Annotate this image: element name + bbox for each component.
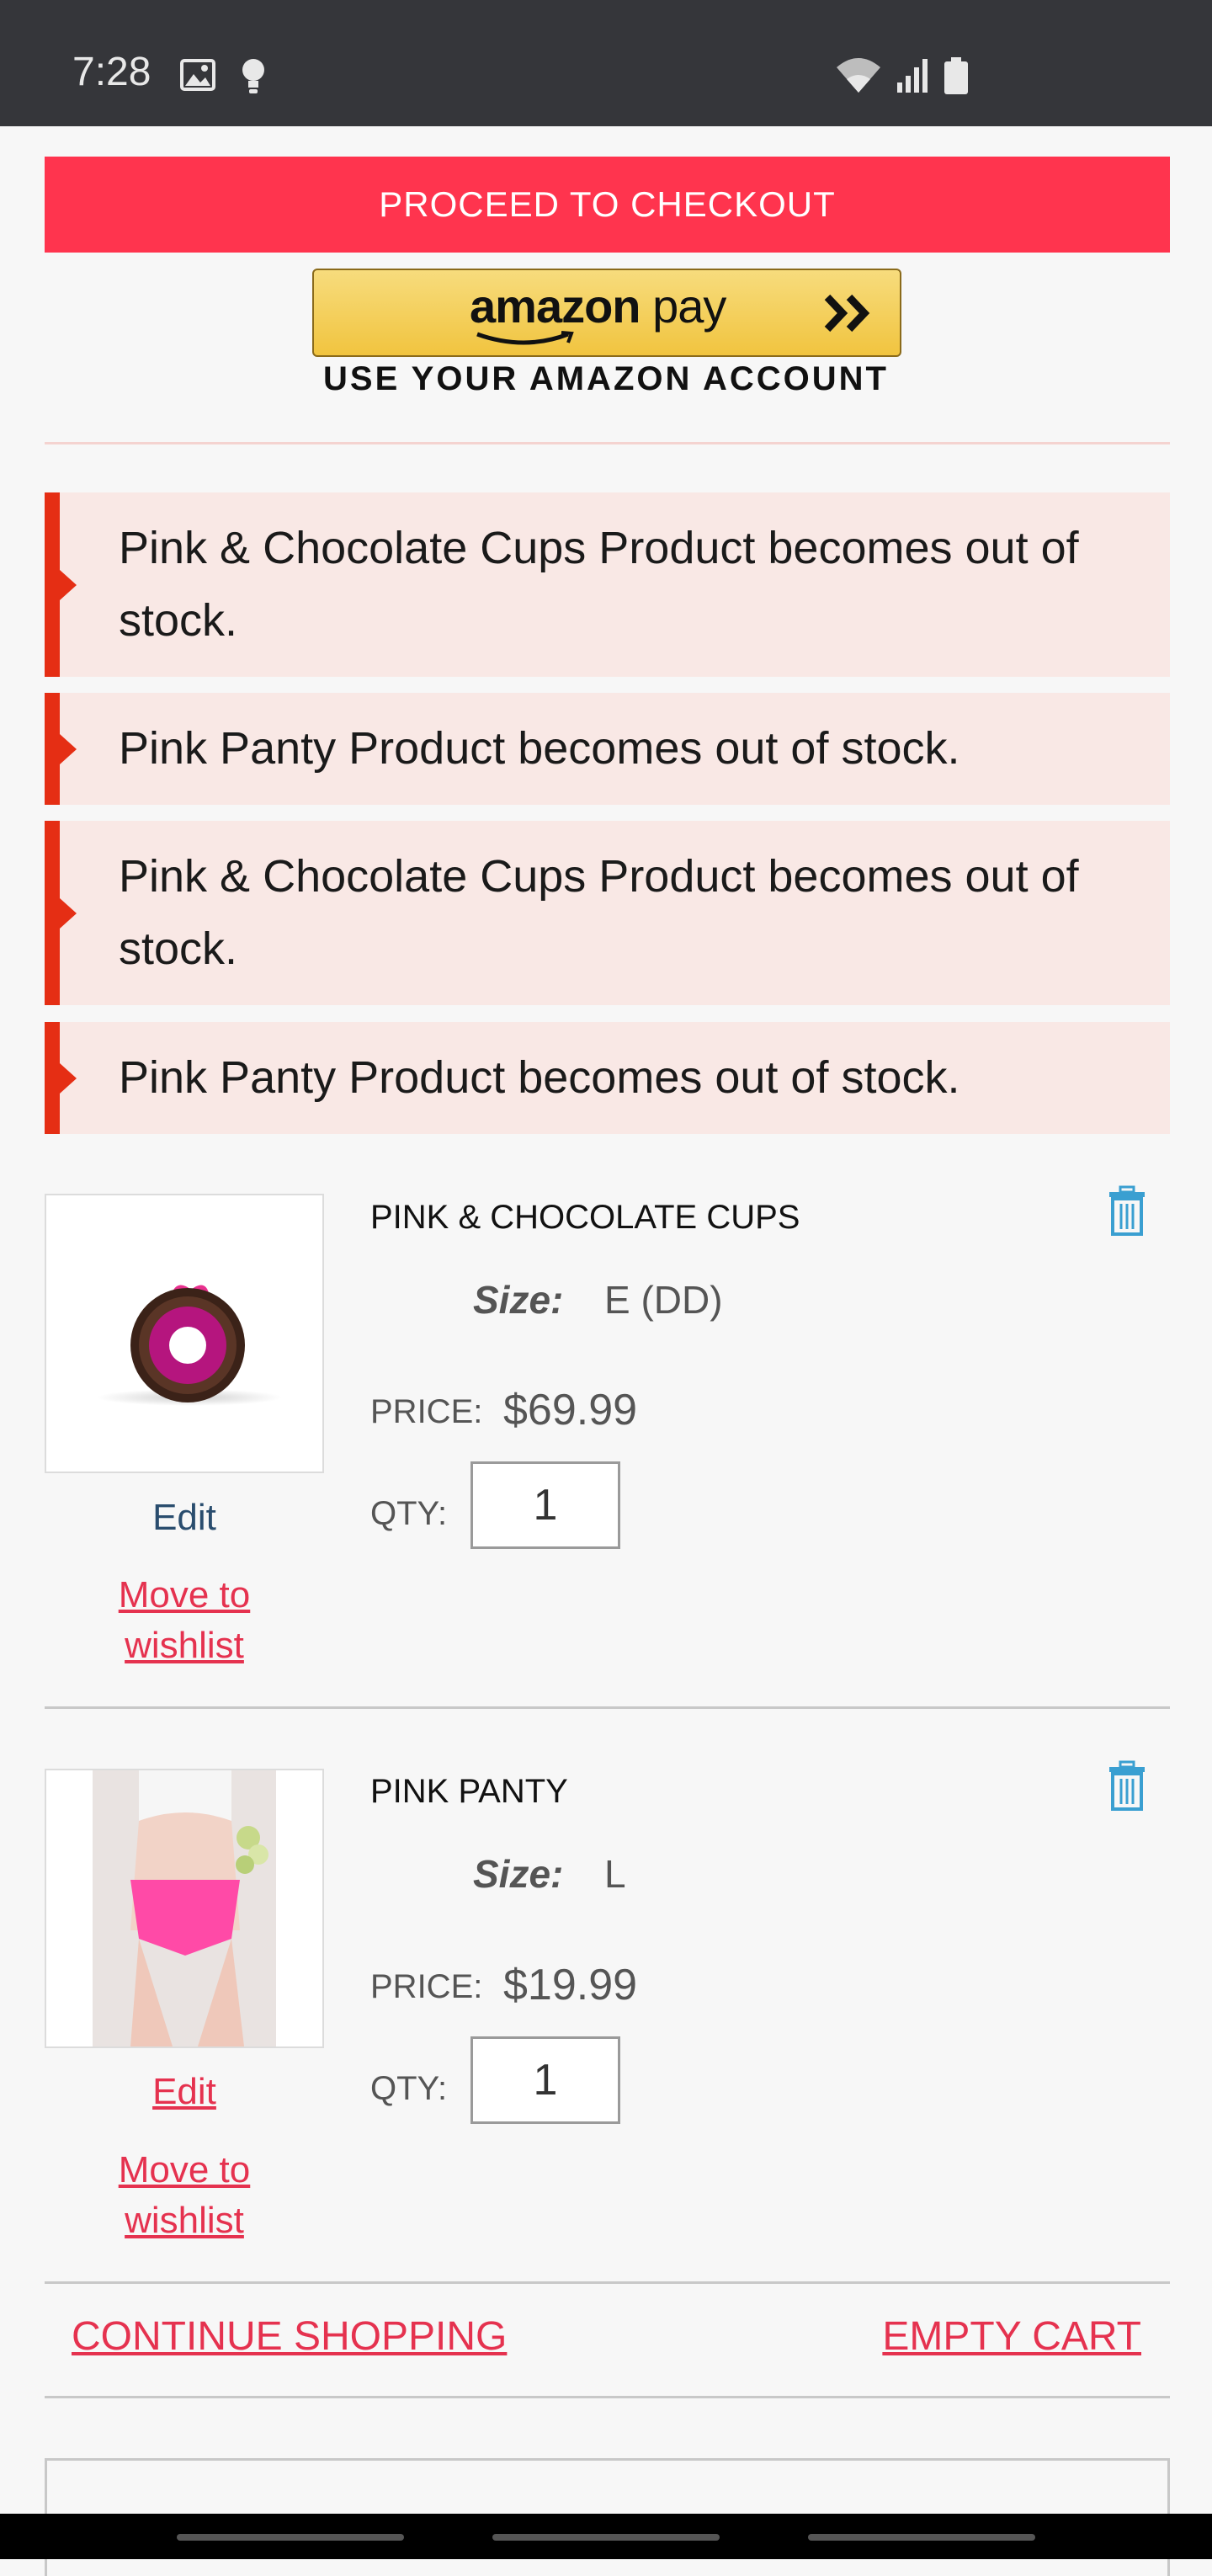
product-image[interactable] <box>45 1194 324 1473</box>
image-icon <box>180 59 215 91</box>
empty-cart-link[interactable]: EMPTY CART <box>882 2313 1141 2360</box>
item-divider <box>45 2281 1170 2284</box>
status-bar: 7:28 <box>0 0 1212 126</box>
stock-alert: Pink & Chocolate Cups Product becomes ou… <box>45 821 1170 1005</box>
footer-divider <box>45 2396 1170 2398</box>
signal-icon <box>897 59 928 93</box>
size-value: L <box>604 1852 626 1896</box>
alert-marker-icon <box>60 569 77 600</box>
nav-pill[interactable] <box>492 2534 720 2541</box>
price-value: $19.99 <box>503 1961 638 2009</box>
amazon-pay-button[interactable]: amazon pay <box>312 269 901 357</box>
status-time: 7:28 <box>72 50 152 94</box>
quantity-input[interactable] <box>470 2036 620 2124</box>
nav-pill[interactable] <box>177 2534 404 2541</box>
size-label: Size: <box>473 1852 564 1896</box>
bulb-icon <box>242 59 264 93</box>
alert-marker-icon <box>60 733 77 764</box>
price-label: PRICE: <box>370 1393 483 1430</box>
alert-message: Pink & Chocolate Cups Product becomes ou… <box>119 851 1079 974</box>
alert-message: Pink Panty Product becomes out of stock. <box>119 723 960 774</box>
size-value: E (DD) <box>604 1278 723 1322</box>
alert-message: Pink Panty Product becomes out of stock. <box>119 1052 960 1103</box>
trash-icon[interactable] <box>1108 1185 1146 1236</box>
nav-pill[interactable] <box>808 2534 1035 2541</box>
wishlist-link-line2: wishlist <box>125 2200 244 2241</box>
quantity-input[interactable] <box>470 1461 620 1549</box>
move-to-wishlist-link[interactable]: Move to wishlist <box>45 1570 324 1671</box>
qty-label: QTY: <box>370 1495 448 1532</box>
edit-link[interactable]: Edit <box>45 2071 324 2113</box>
divider <box>45 442 1170 444</box>
product-name[interactable]: PINK PANTY <box>370 1773 568 1811</box>
item-divider <box>45 1706 1170 1709</box>
double-chevron-right-icon <box>824 294 870 333</box>
stock-alert: Pink Panty Product becomes out of stock. <box>45 1022 1170 1134</box>
product-name[interactable]: PINK & CHOCOLATE CUPS <box>370 1199 800 1237</box>
edit-link[interactable]: Edit <box>45 1497 324 1539</box>
amazon-pay-word: pay <box>652 279 726 333</box>
amazon-pay-logo: amazon pay <box>470 279 726 333</box>
amazon-pay-caption: USE YOUR AMAZON ACCOUNT <box>323 360 889 397</box>
alert-marker-icon <box>60 1062 77 1094</box>
size-label: Size: <box>473 1278 564 1322</box>
amazon-smile-icon <box>476 331 574 345</box>
system-nav-bar <box>0 2514 1212 2559</box>
amazon-pay-brand: amazon <box>470 279 641 333</box>
continue-shopping-link[interactable]: CONTINUE SHOPPING <box>72 2313 507 2360</box>
proceed-to-checkout-button[interactable]: PROCEED TO CHECKOUT <box>45 157 1170 253</box>
qty-label: QTY: <box>370 2070 448 2107</box>
alert-marker-icon <box>60 897 77 929</box>
price-value: $69.99 <box>503 1386 638 1434</box>
stock-alert: Pink & Chocolate Cups Product becomes ou… <box>45 492 1170 677</box>
wishlist-link-line2: wishlist <box>125 1625 244 1666</box>
wishlist-link-line1: Move to <box>118 1574 251 1615</box>
stock-alert: Pink Panty Product becomes out of stock. <box>45 693 1170 805</box>
price-label: PRICE: <box>370 1968 483 2005</box>
trash-icon[interactable] <box>1108 1760 1146 1811</box>
battery-icon <box>944 57 968 94</box>
wishlist-link-line1: Move to <box>118 2149 251 2190</box>
product-image[interactable] <box>45 1769 324 2048</box>
wifi-icon <box>837 58 880 93</box>
move-to-wishlist-link[interactable]: Move to wishlist <box>45 2145 324 2246</box>
alert-message: Pink & Chocolate Cups Product becomes ou… <box>119 523 1079 646</box>
